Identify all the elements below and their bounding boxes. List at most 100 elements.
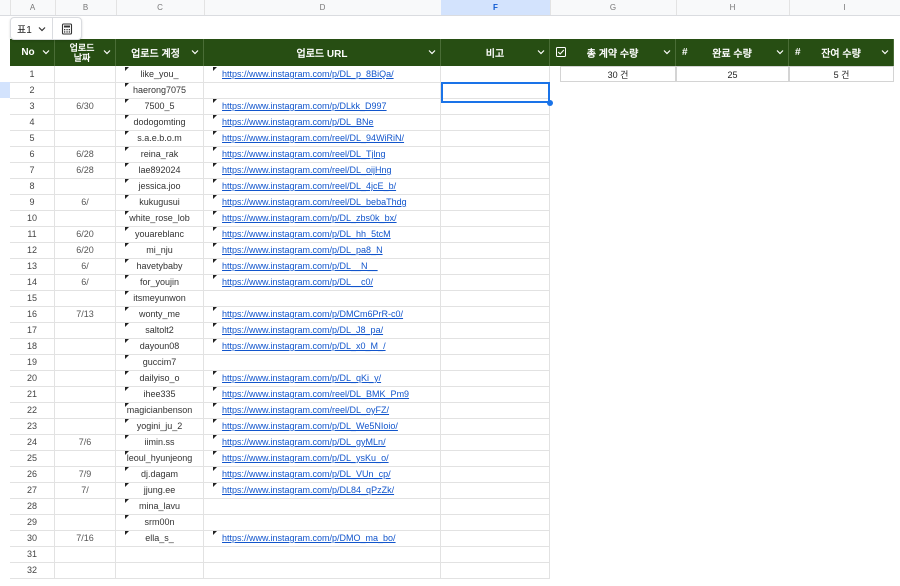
- cell-date[interactable]: 7/: [55, 482, 116, 498]
- cell-date[interactable]: [55, 290, 116, 306]
- cell-account[interactable]: havetybaby: [116, 258, 204, 274]
- cell-url[interactable]: https://www.instagram.com/p/DL_hh_5tcM: [204, 226, 441, 242]
- cell-url[interactable]: https://www.instagram.com/reel/DL_bebaTh…: [204, 194, 441, 210]
- cell-note[interactable]: [441, 242, 550, 258]
- summary-total-cell[interactable]: 30 건: [560, 66, 676, 82]
- cell-note[interactable]: [441, 418, 550, 434]
- cell-date[interactable]: 6/30: [55, 98, 116, 114]
- cell-account[interactable]: jessica.joo: [116, 178, 204, 194]
- cell-url[interactable]: https://www.instagram.com/p/DL_J8_pa/: [204, 322, 441, 338]
- cell-account[interactable]: saltolt2: [116, 322, 204, 338]
- cell-note[interactable]: [441, 210, 550, 226]
- cell-account[interactable]: ihee335: [116, 386, 204, 402]
- cell-account[interactable]: [116, 562, 204, 578]
- cell-no[interactable]: 19: [10, 354, 55, 370]
- cell-note[interactable]: [441, 450, 550, 466]
- summary-done-cell[interactable]: 25: [676, 66, 789, 82]
- cell-note[interactable]: [441, 530, 550, 546]
- cell-url[interactable]: https://www.instagram.com/reel/DL_Tjlng: [204, 146, 441, 162]
- cell-url[interactable]: https://www.instagram.com/reel/DL_oyFZ/: [204, 402, 441, 418]
- cell-account[interactable]: guccim7: [116, 354, 204, 370]
- cell-url[interactable]: https://www.instagram.com/reel/DL_94WiRi…: [204, 130, 441, 146]
- cell-note[interactable]: [441, 162, 550, 178]
- chevron-down-icon[interactable]: [663, 48, 671, 56]
- cell-date[interactable]: [55, 338, 116, 354]
- cell-url[interactable]: [204, 290, 441, 306]
- column-header-h[interactable]: H: [676, 0, 790, 15]
- cell-account[interactable]: kukugusui: [116, 194, 204, 210]
- cell-no[interactable]: 26: [10, 466, 55, 482]
- cell-url[interactable]: [204, 354, 441, 370]
- cell-date[interactable]: 7/6: [55, 434, 116, 450]
- cell-account[interactable]: dj.dagam: [116, 466, 204, 482]
- header-note[interactable]: 비고: [441, 39, 550, 66]
- fill-handle[interactable]: [547, 100, 553, 106]
- cell-note[interactable]: [441, 546, 550, 562]
- cell-note[interactable]: [441, 466, 550, 482]
- cell-account[interactable]: yogini_ju_2: [116, 418, 204, 434]
- cell-account[interactable]: itsmeyunwon: [116, 290, 204, 306]
- cell-url[interactable]: https://www.instagram.com/p/DL_VUn_cp/: [204, 466, 441, 482]
- header-remain[interactable]: # 잔여 수량: [789, 39, 894, 66]
- cell-url[interactable]: https://www.instagram.com/p/DL_ysKu_o/: [204, 450, 441, 466]
- cell-note[interactable]: [441, 482, 550, 498]
- cell-date[interactable]: [55, 114, 116, 130]
- cell-url[interactable]: [204, 562, 441, 578]
- cell-note[interactable]: [441, 258, 550, 274]
- cell-url[interactable]: https://www.instagram.com/p/DL_pa8_N: [204, 242, 441, 258]
- chevron-down-icon[interactable]: [428, 48, 436, 56]
- cell-no[interactable]: 24: [10, 434, 55, 450]
- cell-note[interactable]: [441, 146, 550, 162]
- column-header-g[interactable]: G: [550, 0, 677, 15]
- cell-date[interactable]: [55, 322, 116, 338]
- cell-no[interactable]: 4: [10, 114, 55, 130]
- cell-url[interactable]: https://www.instagram.com/p/DL_zbs0k_bx/: [204, 210, 441, 226]
- cell-date[interactable]: [55, 562, 116, 578]
- active-cell-selection[interactable]: [441, 82, 550, 103]
- cell-no[interactable]: 16: [10, 306, 55, 322]
- cell-note[interactable]: [441, 130, 550, 146]
- cell-note[interactable]: [441, 114, 550, 130]
- cell-url[interactable]: https://www.instagram.com/p/DL_BNe: [204, 114, 441, 130]
- cell-account[interactable]: reina_rak: [116, 146, 204, 162]
- cell-no[interactable]: 21: [10, 386, 55, 402]
- header-date[interactable]: 업로드 날짜: [55, 39, 116, 66]
- cell-url[interactable]: https://www.instagram.com/reel/DL_4jcE_b…: [204, 178, 441, 194]
- cell-date[interactable]: [55, 546, 116, 562]
- cell-no[interactable]: 13: [10, 258, 55, 274]
- summary-remain-cell[interactable]: 5 건: [789, 66, 894, 82]
- cell-date[interactable]: [55, 210, 116, 226]
- cell-url[interactable]: https://www.instagram.com/p/DMO_ma_bo/: [204, 530, 441, 546]
- cell-no[interactable]: 1: [10, 66, 55, 82]
- cell-no[interactable]: 5: [10, 130, 55, 146]
- cell-no[interactable]: 25: [10, 450, 55, 466]
- cell-url[interactable]: https://www.instagram.com/p/DLkk_D997: [204, 98, 441, 114]
- chevron-down-icon[interactable]: [42, 48, 50, 56]
- cell-date[interactable]: [55, 402, 116, 418]
- cell-date[interactable]: [55, 82, 116, 98]
- cell-note[interactable]: [441, 514, 550, 530]
- cell-date[interactable]: 6/28: [55, 162, 116, 178]
- cell-no[interactable]: 18: [10, 338, 55, 354]
- cell-note[interactable]: [441, 66, 550, 82]
- table-settings-button[interactable]: [53, 18, 81, 39]
- cell-note[interactable]: [441, 306, 550, 322]
- cell-no[interactable]: 2: [10, 82, 55, 98]
- cell-no[interactable]: 11: [10, 226, 55, 242]
- cell-date[interactable]: 6/: [55, 258, 116, 274]
- cell-url[interactable]: [204, 498, 441, 514]
- header-account[interactable]: 업로드 계정: [116, 39, 204, 66]
- cell-account[interactable]: wonty_me: [116, 306, 204, 322]
- cell-account[interactable]: dayoun08: [116, 338, 204, 354]
- cell-note[interactable]: [441, 386, 550, 402]
- cell-note[interactable]: [441, 498, 550, 514]
- cell-url[interactable]: https://www.instagram.com/reel/DL_BMK_Pm…: [204, 386, 441, 402]
- cell-url[interactable]: https://www.instagram.com/p/DL_We5NIoio/: [204, 418, 441, 434]
- column-header-a[interactable]: A: [10, 0, 56, 15]
- cell-no[interactable]: 31: [10, 546, 55, 562]
- cell-no[interactable]: 32: [10, 562, 55, 578]
- cell-note[interactable]: [441, 338, 550, 354]
- cell-date[interactable]: 6/28: [55, 146, 116, 162]
- cell-account[interactable]: srm00n: [116, 514, 204, 530]
- cell-url[interactable]: https://www.instagram.com/p/DL_p_8BiQa/: [204, 66, 441, 82]
